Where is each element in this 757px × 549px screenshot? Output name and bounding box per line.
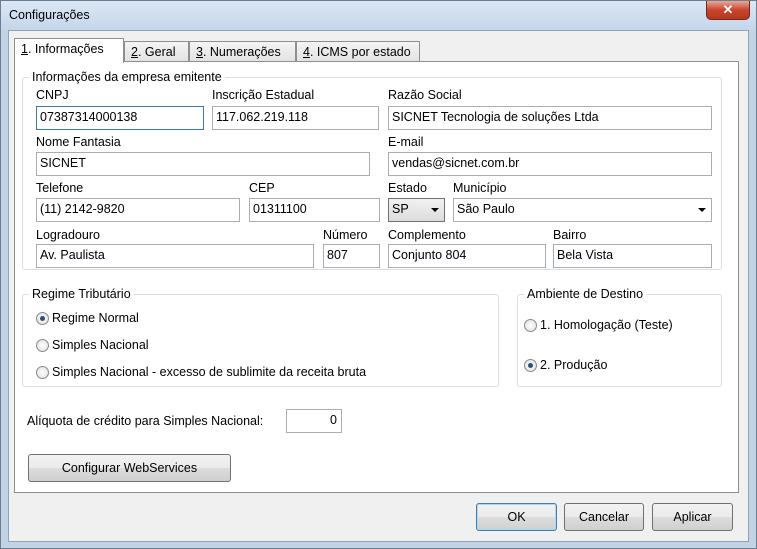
ie-label: Inscrição Estadual [212,88,315,102]
tab-informacoes[interactable]: 1. Informações [14,38,124,63]
tab-numeracoes[interactable]: 3. Numerações [189,41,296,62]
close-button[interactable]: ✕ [706,1,750,20]
razao-field[interactable]: SICNET Tecnologia de soluções Ltda [388,106,712,130]
ok-button[interactable]: OK [476,503,557,531]
regime-legend: Regime Tributário [29,287,134,301]
close-icon: ✕ [722,2,734,17]
cnpj-label: CNPJ [36,88,69,102]
ie-field[interactable]: 117.062.219.118 [212,106,379,130]
chevron-down-icon [431,208,439,212]
fantasia-field[interactable]: SICNET [36,152,370,176]
municipio-value: São Paulo [457,202,515,216]
radio-button[interactable] [36,312,49,325]
cep-label: CEP [249,181,275,195]
aliquota-field[interactable]: 0 [286,409,342,433]
radio-label: 2. Produção [540,358,608,372]
radio-label: Simples Nacional [52,338,149,352]
logradouro-label: Logradouro [36,228,100,242]
title-bar[interactable]: Configurações ✕ [1,1,756,30]
tab-icms-por-estado[interactable]: 4. ICMS por estado [296,41,420,62]
tab-panel-informacoes: Informações da empresa emitente CNPJ 073… [14,61,739,493]
cnpj-field[interactable]: 07387314000138 [36,106,204,130]
empresa-legend: Informações da empresa emitente [29,70,225,84]
radio-label: Simples Nacional - excesso de sublimite … [52,365,367,379]
razao-label: Razão Social [388,88,462,102]
email-field[interactable]: vendas@sicnet.com.br [388,152,712,176]
fantasia-label: Nome Fantasia [36,135,121,149]
apply-button[interactable]: Aplicar [652,503,733,531]
telefone-field[interactable]: (11) 2142-9820 [36,198,240,222]
tab-hotkey: 1 [21,42,28,56]
tab-label: . Geral [137,45,176,59]
ambiente-group: Ambiente de Destino 1. Homologação (Test… [517,287,722,387]
configurar-webservices-button[interactable]: Configurar WebServices [28,454,231,482]
empresa-group: Informações da empresa emitente CNPJ 073… [22,70,722,270]
numero-field[interactable]: 807 [323,244,380,268]
bairro-label: Bairro [553,228,587,242]
complemento-field[interactable]: Conjunto 804 [388,244,546,268]
estado-label: Estado [388,181,427,195]
chevron-down-icon [698,208,706,212]
radio-label: Regime Normal [52,311,139,325]
regime-group: Regime Tributário Regime Normal Simples … [22,287,499,387]
cancel-button[interactable]: Cancelar [564,503,644,531]
complemento-label: Complemento [388,228,466,242]
numero-label: Número [323,228,368,242]
tab-hotkey: 4 [303,45,310,59]
logradouro-field[interactable]: Av. Paulista [36,244,314,268]
tab-hotkey: 2 [131,45,138,59]
telefone-label: Telefone [36,181,84,195]
tab-label: . ICMS por estado [309,45,411,59]
tab-geral[interactable]: 2. Geral [124,41,189,62]
dialog-body: 1. Informações 2. Geral 3. Numerações 4.… [8,30,749,542]
radio-button[interactable] [524,359,537,372]
cep-field[interactable]: 01311100 [249,198,380,222]
tab-label: . Informações [27,42,104,56]
settings-window: Configurações ✕ 1. Informações 2. Geral … [0,0,757,549]
radio-label: 1. Homologação (Teste) [540,318,673,332]
radio-button[interactable] [524,319,537,332]
tab-label: . Numerações [202,45,281,59]
bairro-field[interactable]: Bela Vista [553,244,712,268]
radio-button[interactable] [36,366,49,379]
municipio-select[interactable]: São Paulo [453,198,712,222]
municipio-label: Município [453,181,507,195]
window-title: Configurações [9,8,90,22]
estado-value: SP [392,202,409,216]
tab-hotkey: 3 [196,45,203,59]
email-label: E-mail [388,135,424,149]
aliquota-label: Alíquota de crédito para Simples Naciona… [27,414,264,428]
estado-select[interactable]: SP [388,198,445,222]
radio-button[interactable] [36,339,49,352]
ambiente-legend: Ambiente de Destino [524,287,647,301]
